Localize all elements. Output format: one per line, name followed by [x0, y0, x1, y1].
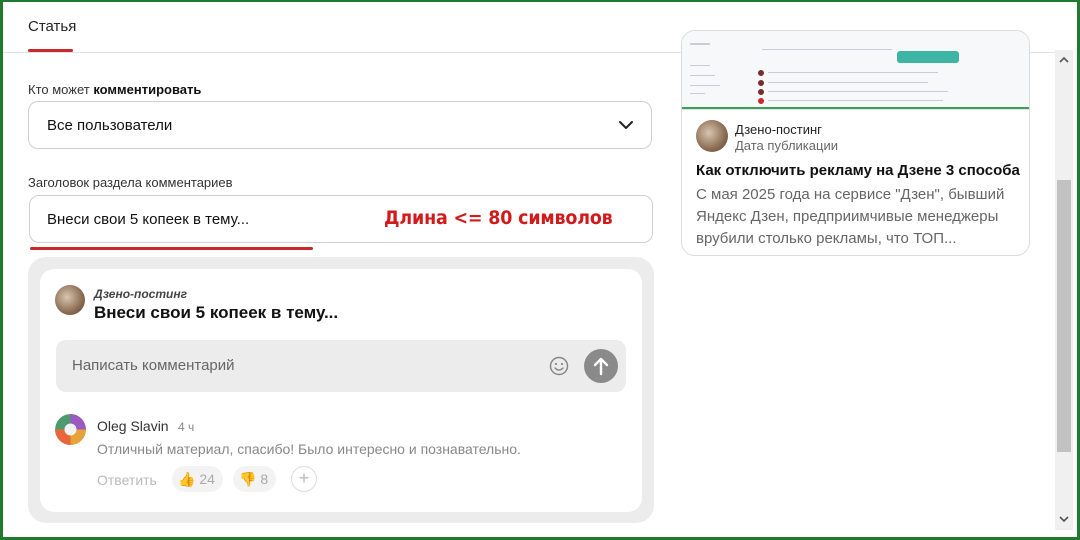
vertical-scrollbar[interactable] — [1055, 50, 1073, 530]
select-value: Все пользователи — [47, 117, 173, 134]
card-publish-date: Дата публикации — [735, 138, 838, 153]
dislike-count: 8 — [260, 471, 269, 487]
chevron-down-icon — [619, 121, 633, 129]
thumbs-down-icon: 👎 — [239, 471, 257, 487]
channel-avatar — [55, 285, 85, 315]
input-value: Внеси свои 5 копеек в тему... — [47, 211, 250, 228]
send-button[interactable] — [584, 349, 618, 383]
channel-name: Дзено-постинг — [94, 287, 188, 301]
reply-button[interactable]: Ответить — [97, 472, 157, 488]
comments-header-input[interactable]: Внеси свои 5 копеек в тему... Длина <= 8… — [29, 195, 653, 243]
active-tab-indicator — [28, 49, 73, 52]
like-count: 24 — [199, 471, 215, 487]
scrollbar-thumb[interactable] — [1057, 180, 1071, 452]
comment-author[interactable]: Oleg Slavin — [97, 418, 169, 434]
thumbs-up-icon: 👍 — [178, 471, 196, 487]
send-arrow-icon — [593, 357, 609, 376]
dislike-button[interactable]: 👎 8 — [233, 466, 277, 492]
who-can-comment-select[interactable]: Все пользователи — [28, 101, 652, 149]
scroll-down-icon[interactable] — [1059, 514, 1069, 524]
comment-placeholder: Написать комментарий — [72, 357, 235, 374]
comments-preview-card: Дзено-постинг Внеси свои 5 копеек в тему… — [40, 269, 642, 512]
like-button[interactable]: 👍 24 — [172, 466, 223, 492]
scroll-up-icon[interactable] — [1059, 55, 1069, 65]
user-avatar — [55, 414, 86, 445]
comment-text: Отличный материал, спасибо! Было интерес… — [97, 441, 521, 457]
length-annotation: Длина <= 80 символов — [384, 207, 613, 229]
comments-preview: Дзено-постинг Внеси свои 5 копеек в тему… — [28, 257, 654, 523]
comment-time: 4 ч — [178, 420, 195, 434]
article-thumbnail — [682, 31, 1029, 110]
tab-article[interactable]: Статья — [28, 18, 76, 35]
thumbnail-pill — [897, 51, 959, 63]
annotation-underline — [30, 247, 313, 250]
card-title: Как отключить рекламу на Дзене 3 способа — [696, 162, 1020, 179]
card-channel-avatar — [696, 120, 728, 152]
window-frame-left — [0, 0, 3, 540]
article-card[interactable]: Дзено-постинг Дата публикации Как отключ… — [681, 30, 1030, 256]
card-excerpt: С мая 2025 года на сервисе "Дзен", бывши… — [696, 186, 1005, 247]
comments-header-label: Заголовок раздела комментариев — [28, 175, 233, 190]
add-reaction-button[interactable]: + — [291, 466, 317, 492]
comment-input[interactable]: Написать комментарий — [56, 340, 626, 392]
card-channel-name: Дзено-постинг — [735, 122, 822, 137]
smile-icon[interactable] — [549, 356, 569, 376]
who-can-comment-label: Кто может комментировать — [28, 82, 202, 97]
comments-section-title: Внеси свои 5 копеек в тему... — [94, 303, 339, 322]
